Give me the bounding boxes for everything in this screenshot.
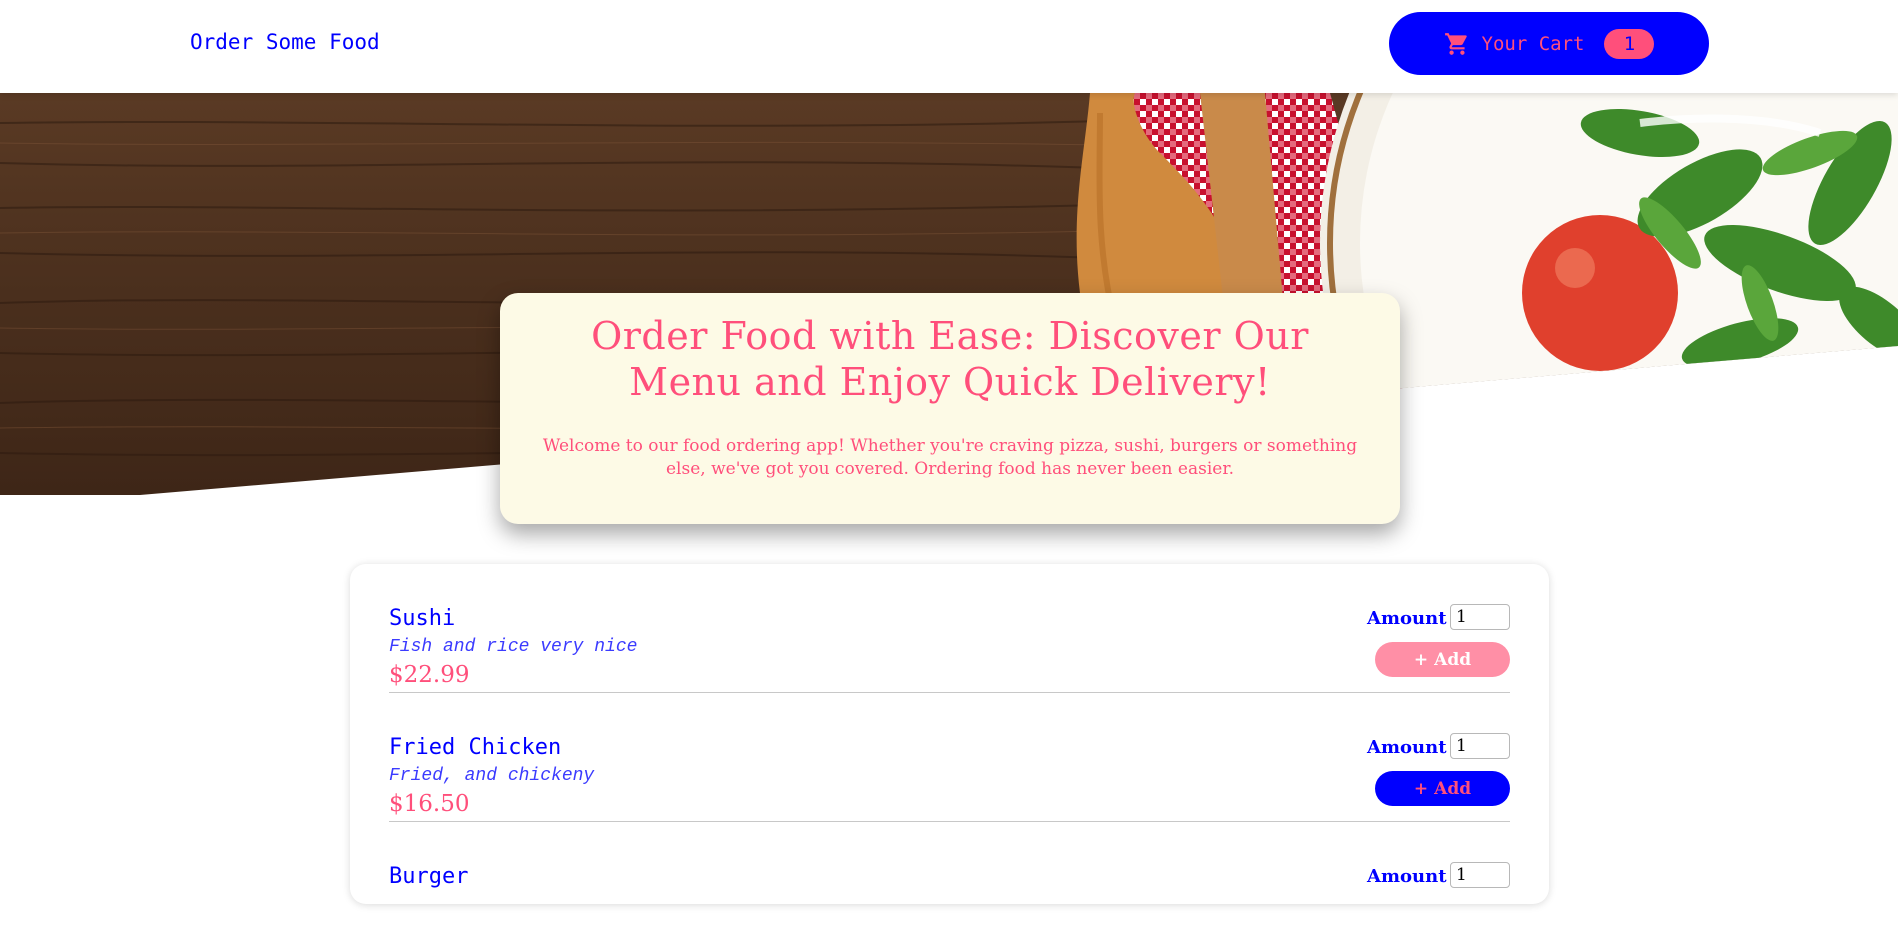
add-button[interactable]: + Add (1375, 642, 1510, 677)
summary-card: Order Food with Ease: Discover Our Menu … (500, 293, 1400, 524)
plus-icon: + (1413, 649, 1429, 670)
meal-price: $16.50 (389, 791, 470, 817)
add-button-label: Add (1434, 649, 1472, 670)
meal-name: Sushi (389, 606, 456, 631)
cart-button[interactable]: Your Cart 1 (1389, 12, 1709, 75)
cart-label: Your Cart (1481, 32, 1585, 55)
meal-item: Sushi Fish and rice very nice $22.99 Amo… (389, 564, 1510, 693)
add-button-label: Add (1434, 778, 1472, 799)
amount-input[interactable] (1450, 862, 1510, 888)
cart-icon (1444, 32, 1467, 55)
meals-list: Sushi Fish and rice very nice $22.99 Amo… (350, 564, 1549, 904)
meal-price: $22.99 (389, 662, 470, 688)
meal-description: Fish and rice very nice (389, 637, 638, 657)
cart-count-badge: 1 (1604, 28, 1655, 59)
meal-description: Fried, and chickeny (389, 766, 595, 786)
meal-item: Burger Amount (389, 822, 1510, 950)
plus-icon: + (1413, 778, 1429, 799)
meal-item: Fried Chicken Fried, and chickeny $16.50… (389, 693, 1510, 822)
meal-name: Fried Chicken (389, 735, 562, 760)
amount-label: Amount (1367, 737, 1447, 758)
app-header: Order Some Food Your Cart 1 (0, 0, 1898, 93)
amount-input[interactable] (1450, 733, 1510, 759)
amount-input[interactable] (1450, 604, 1510, 630)
add-button[interactable]: + Add (1375, 771, 1510, 806)
summary-title: Order Food with Ease: Discover Our Menu … (591, 314, 1309, 404)
amount-label: Amount (1367, 608, 1447, 629)
summary-text: Welcome to our food ordering app! Whethe… (542, 436, 1358, 479)
brand-title: Order Some Food (190, 30, 380, 54)
